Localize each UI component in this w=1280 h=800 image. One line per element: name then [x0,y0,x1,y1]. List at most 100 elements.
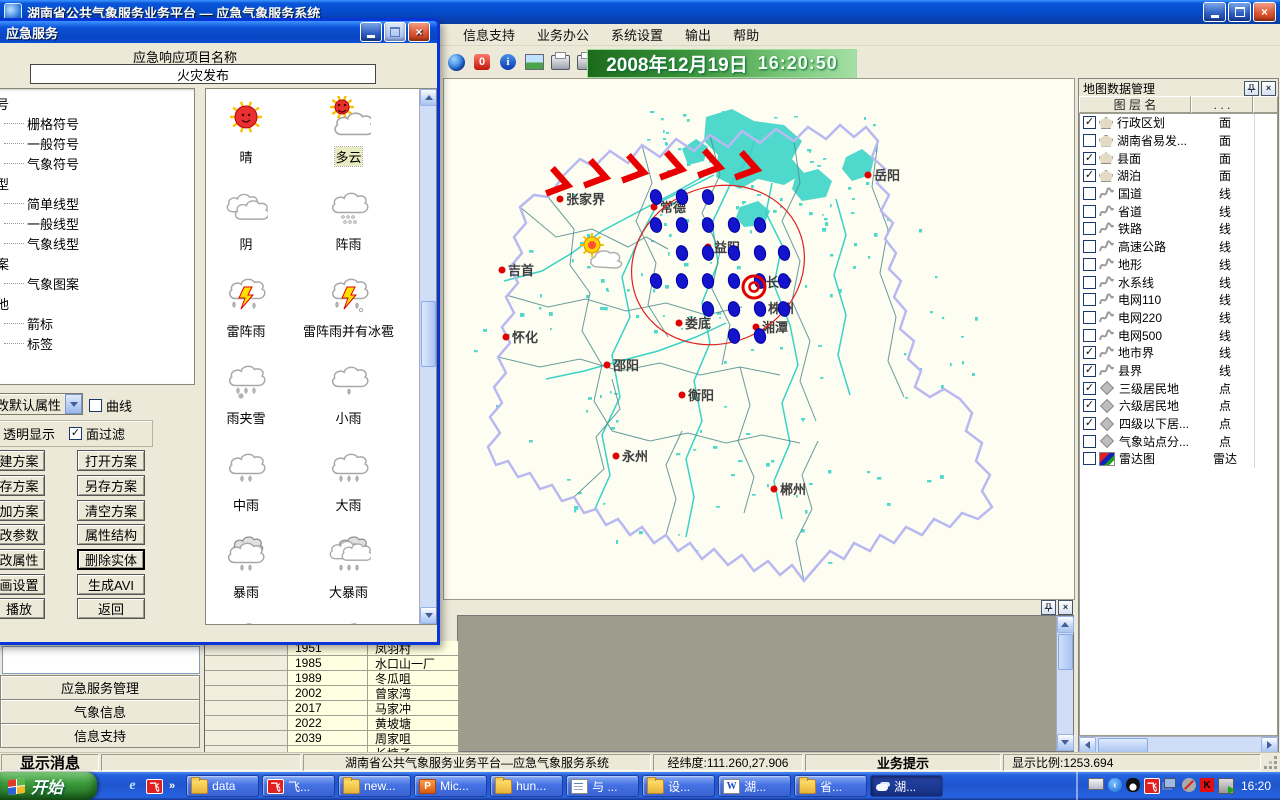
scroll-thumb[interactable] [1098,738,1148,753]
pin-icon[interactable] [1041,600,1056,615]
nav-button-应急服务管理[interactable]: 应急服务管理 [0,675,200,700]
layer-extra-column-header[interactable] [1253,96,1278,113]
task-button-hun...[interactable]: hun... [490,775,563,797]
action-button-建方案[interactable]: 建方案 [0,450,45,471]
layer-checkbox[interactable]: ✓ [1083,346,1096,359]
task-button-设...[interactable]: 设... [642,775,715,797]
default-attribute-dropdown[interactable]: 改默认属性 [0,393,83,415]
table-row[interactable]: 2017马家冲 [205,701,459,716]
weather-symbol-中雨[interactable]: 中雨 [206,441,286,528]
task-button-Mic...[interactable]: PMic... [414,775,487,797]
layer-checkbox[interactable] [1083,293,1096,306]
weather-symbol-雷阵雨并有冰雹[interactable]: 雷阵雨并有冰雹 [286,267,411,354]
print-icon[interactable] [548,49,572,75]
qq-icon[interactable] [1126,778,1140,792]
action-button-画设置[interactable]: 画设置 [0,574,45,595]
layer-checkbox[interactable] [1083,452,1096,465]
action-button-改参数[interactable]: 改参数 [0,524,45,545]
task-button-data[interactable]: data [186,775,259,797]
map-canvas[interactable]: 岳阳张家界常德益阳吉首长沙娄底株州湘潭怀化邵阳衡阳永州郴州 [443,78,1075,600]
weather-symbol-小雨[interactable]: 小雨 [286,354,411,441]
minimize-button[interactable] [360,22,382,42]
layer-row-雷达图[interactable]: 雷达图雷达 [1080,450,1277,468]
layer-row-铁路[interactable]: 铁路线 [1080,220,1277,238]
layer-checkbox[interactable] [1083,258,1096,271]
layer-row-地形[interactable]: 地形线 [1080,256,1277,274]
weather-symbol-阵雨[interactable]: 阵雨 [286,180,411,267]
action-button-播放[interactable]: 播放 [0,598,45,619]
layer-checkbox[interactable] [1083,205,1096,218]
layer-row-三级居民地[interactable]: ✓三级居民地点 [1080,379,1277,397]
show-message-label[interactable]: 显示消息 [1,754,99,771]
layer-row-水系线[interactable]: 水系线线 [1080,273,1277,291]
layer-row-电网500[interactable]: 电网500线 [1080,326,1277,344]
kaspersky-icon[interactable]: K [1200,778,1214,792]
action-button-加方案[interactable]: 加方案 [0,500,45,521]
tree-item-型[interactable]: 型 [0,173,194,193]
layer-row-六级居民地[interactable]: ✓六级居民地点 [1080,397,1277,415]
fetion-icon[interactable]: 飞 [1144,778,1160,794]
task-button-new...[interactable]: new... [338,775,411,797]
close-icon[interactable]: × [1261,81,1276,96]
scroll-down-icon[interactable] [1057,734,1074,751]
resize-grip[interactable] [1263,754,1279,771]
scroll-left-icon[interactable] [1079,737,1096,754]
table-row[interactable]: 2002曾家湾 [205,686,459,701]
action-button-另存方案[interactable]: 另存方案 [77,475,145,496]
tree-item-栅格符号[interactable]: 栅格符号 [0,113,194,133]
action-button-删除实体[interactable]: 删除实体 [77,549,145,570]
action-button-返回[interactable]: 返回 [77,598,145,619]
weather-symbol-list[interactable]: 晴多云阴阵雨雷阵雨雷阵雨并有冰雹雨夹雪小雨中雨大雨暴雨大暴雨 [205,88,437,625]
tree-item-一般线型[interactable]: 一般线型 [0,213,194,233]
stop-icon[interactable]: 0 [470,49,494,75]
layer-row-行政区划[interactable]: ✓行政区划面 [1080,114,1277,132]
table-row[interactable]: 1989冬瓜咀 [205,671,459,686]
symbol-tree[interactable]: 号栅格符号一般符号气象符号型简单线型一般线型气象线型案气象图案他箭标标签 [0,88,195,385]
weather-symbol-大暴雨[interactable]: 大暴雨 [286,528,411,615]
layer-checkbox[interactable]: ✓ [1083,116,1096,129]
layer-row-电网220[interactable]: 电网220线 [1080,309,1277,327]
scroll-up-icon[interactable] [420,89,437,106]
table-row[interactable]: 2022黄坡塘 [205,716,459,731]
weather-symbol-大雨[interactable]: 大雨 [286,441,411,528]
layer-checkbox[interactable]: ✓ [1083,152,1096,165]
weather-symbol-clipped[interactable] [286,615,411,625]
scroll-right-icon[interactable] [1261,737,1278,754]
layer-checkbox[interactable] [1083,187,1096,200]
maximize-button[interactable] [384,22,406,42]
layer-checkbox[interactable] [1083,276,1096,289]
layer-checkbox[interactable] [1083,435,1096,448]
tree-item-一般符号[interactable]: 一般符号 [0,133,194,153]
layer-row-县面[interactable]: ✓县面面 [1080,149,1277,167]
offline-icon[interactable] [1182,778,1196,792]
weather-symbol-clipped[interactable] [206,615,286,625]
layer-checkbox[interactable] [1083,240,1096,253]
weather-symbol-雨夹雪[interactable]: 雨夹雪 [206,354,286,441]
curve-checkbox[interactable] [89,399,102,412]
tree-item-号[interactable]: 号 [0,93,194,113]
pin-icon[interactable] [1244,81,1259,96]
layer-row-湖南省易发...[interactable]: 湖南省易发...面 [1080,132,1277,150]
task-button-飞...[interactable]: 飞飞... [262,775,335,797]
app-blue-icon[interactable] [104,780,119,793]
start-button[interactable]: 开始 [0,772,97,800]
project-name-input[interactable] [30,64,376,84]
menu-item-业务办公[interactable]: 业务办公 [526,23,600,46]
fetion-icon[interactable]: 飞 [146,779,163,794]
layer-checkbox[interactable]: ✓ [1083,364,1096,377]
layer-row-县界[interactable]: ✓县界线 [1080,362,1277,380]
weather-scrollbar[interactable] [419,89,436,624]
curve-checkbox-row[interactable]: 曲线 [89,396,132,415]
close-button[interactable]: × [408,22,430,42]
scroll-up-icon[interactable] [1057,616,1074,633]
layer-checkbox[interactable]: ✓ [1083,399,1096,412]
tree-item-气象符号[interactable]: 气象符号 [0,153,194,173]
dialog-titlebar[interactable]: 应急服务 × [0,21,437,43]
tree-item-案[interactable]: 案 [0,253,194,273]
layer-checkbox[interactable] [1083,329,1096,342]
restore-button[interactable] [1228,2,1251,22]
menu-item-信息支持[interactable]: 信息支持 [452,23,526,46]
action-button-生成AVI[interactable]: 生成AVI [77,574,145,595]
scroll-thumb[interactable] [1058,634,1073,670]
layer-row-国道[interactable]: 国道线 [1080,185,1277,203]
